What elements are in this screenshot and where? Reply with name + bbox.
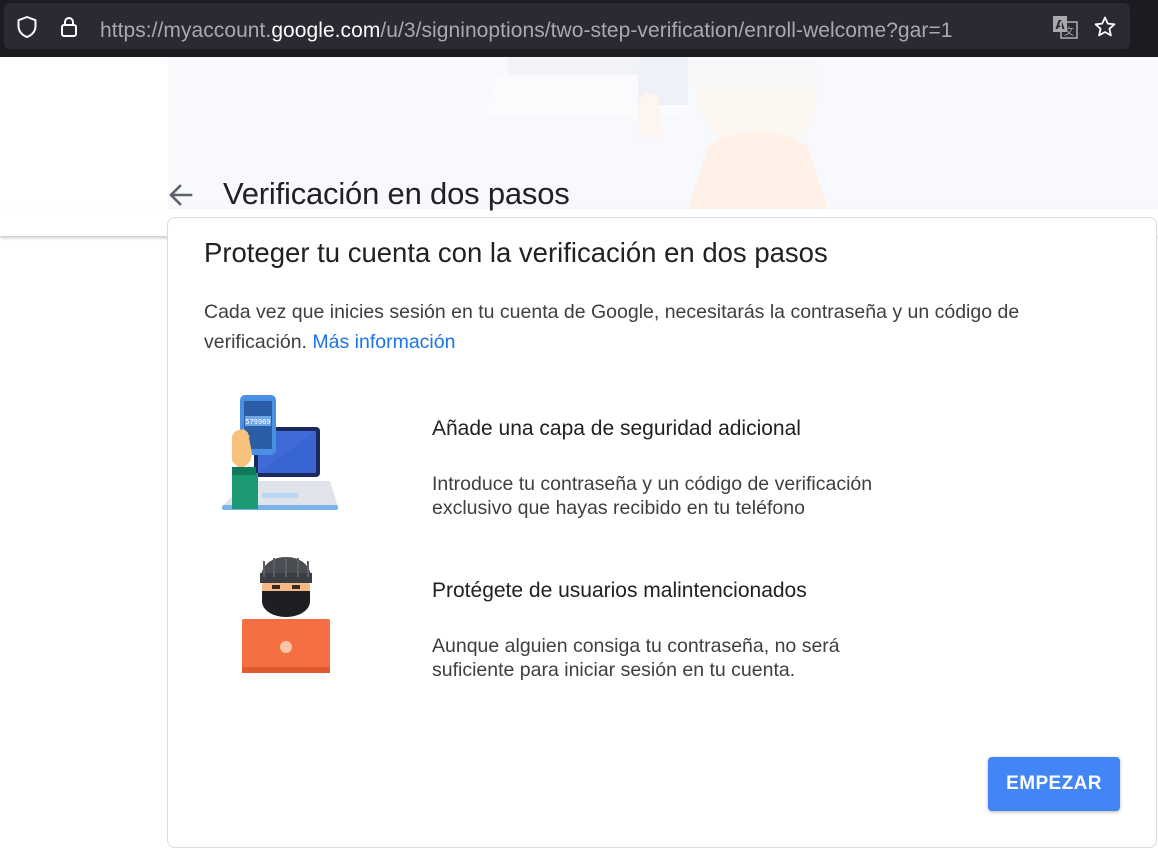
feature-text-security: Introduce tu contraseña y un código de v… xyxy=(432,473,873,519)
back-arrow-icon[interactable] xyxy=(166,180,196,210)
lock-icon[interactable] xyxy=(57,15,81,39)
page: Verificación en dos pasos xyxy=(0,57,1158,848)
phone-code: 579969 xyxy=(245,418,270,426)
card-description: Cada vez que inicies sesión en tu cuenta… xyxy=(204,297,1114,357)
browser-toolbar: https://myaccount.google.com/u/3/signino… xyxy=(0,0,1158,57)
card-title: Proteger tu cuenta con la verificación e… xyxy=(204,237,828,268)
page-title: Verificación en dos pasos xyxy=(223,176,570,211)
start-button[interactable]: EMPEZAR xyxy=(988,757,1120,811)
svg-text:文: 文 xyxy=(1064,25,1074,38)
feature-title-protect: Protégete de usuarios malintencionados xyxy=(432,579,807,602)
feature-title-security: Añade una capa de seguridad adicional xyxy=(432,417,801,440)
feature-text-protect: Aunque alguien consiga tu contraseña, no… xyxy=(432,635,840,681)
address-bar[interactable]: https://myaccount.google.com/u/3/signino… xyxy=(4,3,1130,49)
url-text[interactable]: https://myaccount.google.com/u/3/signino… xyxy=(100,3,952,49)
bookmark-star-icon[interactable] xyxy=(1093,15,1117,39)
learn-more-link[interactable]: Más información xyxy=(312,331,455,353)
phone-laptop-illustration: 579969 xyxy=(218,393,340,513)
tracking-protection-shield-icon[interactable] xyxy=(15,15,39,39)
hacker-illustration xyxy=(234,555,338,677)
translate-icon[interactable]: A文 xyxy=(1051,15,1079,39)
